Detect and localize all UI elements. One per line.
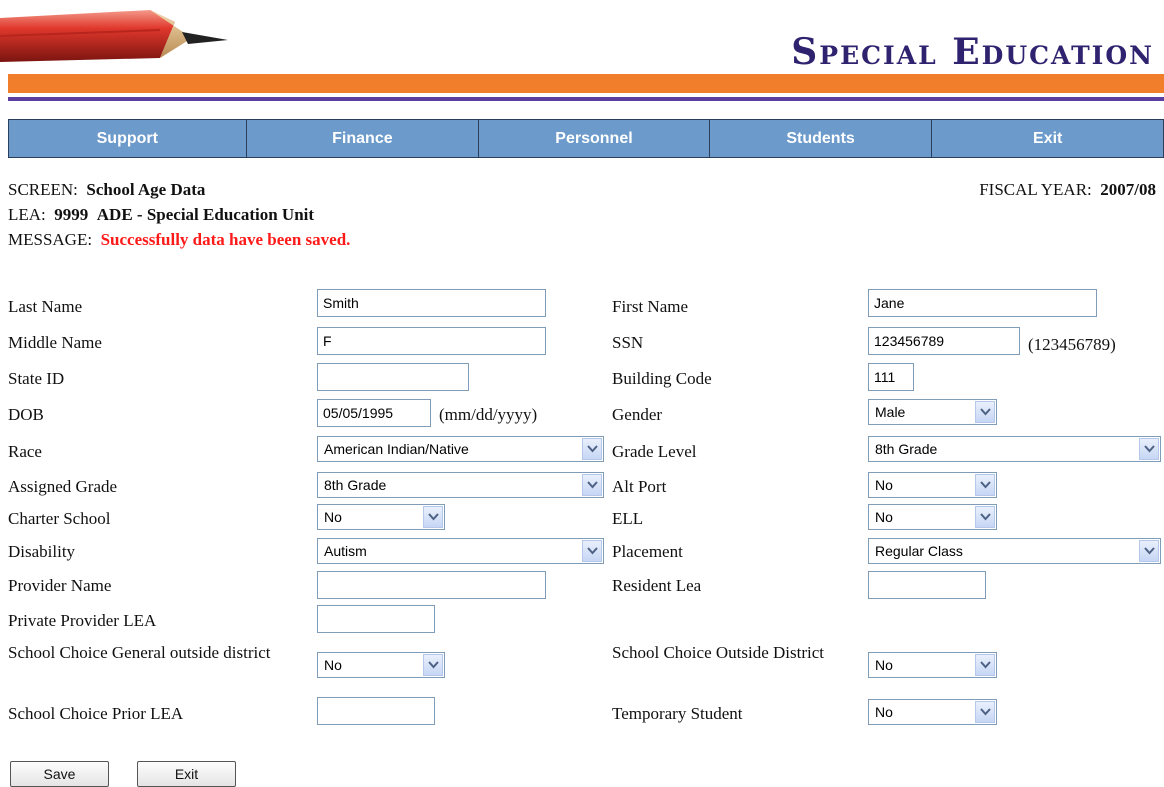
lea-label: LEA: xyxy=(8,205,46,224)
provider-name-label: Provider Name xyxy=(8,576,112,595)
race-value: American Indian/Native xyxy=(324,441,469,457)
charter-school-label: Charter School xyxy=(8,509,111,528)
chevron-down-icon xyxy=(423,506,443,528)
disability-value: Autism xyxy=(324,543,367,559)
chevron-down-icon xyxy=(1139,540,1159,562)
resident-lea-input[interactable] xyxy=(868,571,986,599)
chevron-down-icon xyxy=(975,474,995,496)
last-name-input[interactable] xyxy=(317,289,546,317)
ell-value: No xyxy=(875,509,893,525)
disability-label: Disability xyxy=(8,542,76,561)
lea-name: ADE - Special Education Unit xyxy=(96,205,315,224)
chevron-down-icon xyxy=(582,540,602,562)
school-choice-general-label: School Choice General outside district xyxy=(8,643,271,662)
school-choice-outside-label: School Choice Outside District xyxy=(612,643,825,662)
alt-port-label: Alt Port xyxy=(612,477,667,496)
state-id-label: State ID xyxy=(8,369,65,388)
school-choice-prior-lea-label: School Choice Prior LEA xyxy=(8,704,184,723)
state-id-input[interactable] xyxy=(317,363,469,391)
ssn-label: SSN xyxy=(612,333,644,352)
provider-name-input[interactable] xyxy=(317,571,546,599)
school-choice-general-value: No xyxy=(324,657,342,673)
dob-format-hint: (mm/dd/yyyy) xyxy=(439,405,538,424)
ssn-format-hint: (123456789) xyxy=(1028,335,1116,354)
ell-label: ELL xyxy=(612,509,644,528)
dob-input[interactable] xyxy=(317,399,431,427)
pencil-icon xyxy=(0,10,228,62)
fiscal-year-line: FISCAL YEAR: 2007/08 xyxy=(979,180,1156,200)
middle-name-label: Middle Name xyxy=(8,333,102,352)
gender-select[interactable]: Male xyxy=(868,399,997,425)
gender-label: Gender xyxy=(612,405,663,424)
save-button[interactable]: Save xyxy=(10,761,109,787)
assigned-grade-label: Assigned Grade xyxy=(8,477,118,496)
placement-select[interactable]: Regular Class xyxy=(868,538,1161,564)
message-label: MESSAGE: xyxy=(8,230,93,249)
temporary-student-select[interactable]: No xyxy=(868,699,997,725)
main-nav: Support Finance Personnel Students Exit xyxy=(8,119,1164,158)
private-provider-lea-label: Private Provider LEA xyxy=(8,611,157,630)
chevron-down-icon xyxy=(975,506,995,528)
alt-port-value: No xyxy=(875,477,893,493)
chevron-down-icon xyxy=(582,438,602,460)
screen-label: SCREEN: xyxy=(8,180,78,199)
race-select[interactable]: American Indian/Native xyxy=(317,436,604,462)
disability-select[interactable]: Autism xyxy=(317,538,604,564)
placement-label: Placement xyxy=(612,542,683,561)
first-name-label: First Name xyxy=(612,297,689,316)
chevron-down-icon xyxy=(423,654,443,676)
temporary-student-value: No xyxy=(875,704,893,720)
screen-line: SCREEN: School Age Data xyxy=(8,180,205,200)
header-stripe-purple xyxy=(8,97,1164,101)
chevron-down-icon xyxy=(975,701,995,723)
exit-button[interactable]: Exit xyxy=(137,761,236,787)
building-code-label: Building Code xyxy=(612,369,712,388)
assigned-grade-value: 8th Grade xyxy=(324,477,387,493)
nav-personnel[interactable]: Personnel xyxy=(479,120,710,157)
placement-value: Regular Class xyxy=(875,543,963,559)
alt-port-select[interactable]: No xyxy=(868,472,997,498)
chevron-down-icon xyxy=(582,474,602,496)
header-stripe-orange xyxy=(8,74,1164,93)
private-provider-lea-input[interactable] xyxy=(317,605,435,633)
nav-support[interactable]: Support xyxy=(9,120,247,157)
nav-students[interactable]: Students xyxy=(710,120,933,157)
fiscal-year-label: FISCAL YEAR: xyxy=(979,180,1092,199)
temporary-student-label: Temporary Student xyxy=(612,704,743,723)
last-name-label: Last Name xyxy=(8,297,83,316)
charter-school-value: No xyxy=(324,509,342,525)
chevron-down-icon xyxy=(1139,438,1159,460)
message-line: MESSAGE: Successfully data have been sav… xyxy=(8,230,350,250)
resident-lea-label: Resident Lea xyxy=(612,576,702,595)
first-name-input[interactable] xyxy=(868,289,1097,317)
nav-finance[interactable]: Finance xyxy=(247,120,480,157)
grade-level-label: Grade Level xyxy=(612,442,697,461)
chevron-down-icon xyxy=(975,654,995,676)
school-choice-prior-lea-input[interactable] xyxy=(317,697,435,725)
school-choice-general-select[interactable]: No xyxy=(317,652,445,678)
ell-select[interactable]: No xyxy=(868,504,997,530)
fiscal-year-value: 2007/08 xyxy=(1100,180,1156,199)
chevron-down-icon xyxy=(975,401,995,423)
middle-name-input[interactable] xyxy=(317,327,546,355)
lea-line: LEA: 9999 ADE - Special Education Unit xyxy=(8,205,314,225)
school-choice-outside-value: No xyxy=(875,657,893,673)
school-choice-outside-select[interactable]: No xyxy=(868,652,997,678)
assigned-grade-select[interactable]: 8th Grade xyxy=(317,472,604,498)
grade-level-value: 8th Grade xyxy=(875,441,938,457)
grade-level-select[interactable]: 8th Grade xyxy=(868,436,1161,462)
app-title: Special Education xyxy=(791,31,1154,73)
race-label: Race xyxy=(8,442,42,461)
charter-school-select[interactable]: No xyxy=(317,504,445,530)
building-code-input[interactable] xyxy=(868,363,914,391)
message-value: Successfully data have been saved. xyxy=(100,230,351,249)
ssn-input[interactable] xyxy=(868,327,1020,355)
screen-value: School Age Data xyxy=(86,180,206,199)
nav-exit[interactable]: Exit xyxy=(932,120,1163,157)
dob-label: DOB xyxy=(8,405,44,424)
lea-code: 9999 xyxy=(54,205,89,224)
gender-value: Male xyxy=(875,404,906,420)
